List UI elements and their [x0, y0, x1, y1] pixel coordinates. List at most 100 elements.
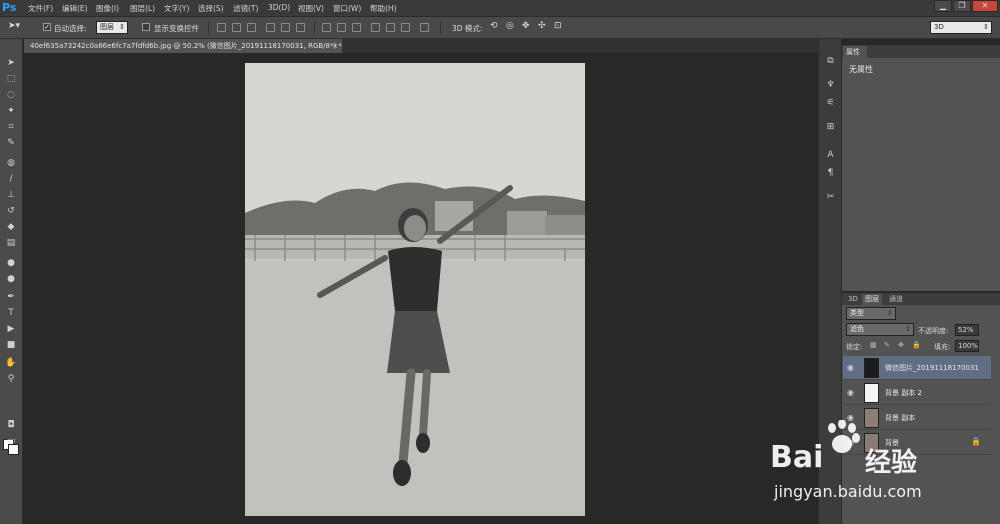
adjustments-panel-icon[interactable]: ⚟ — [824, 97, 837, 110]
photoshop-logo: Ps — [2, 1, 17, 14]
auto-select-checkbox[interactable]: ✓ — [43, 23, 51, 31]
align-vcenter-icon[interactable] — [232, 23, 241, 32]
rectangle-tool-icon[interactable]: ■ — [4, 339, 18, 352]
clone-stamp-tool-icon[interactable]: ⊥ — [4, 189, 18, 202]
visibility-eye-icon[interactable]: ◉ — [847, 363, 857, 373]
paragraph-panel-icon[interactable]: ¶ — [824, 167, 837, 180]
healing-brush-tool-icon[interactable]: ◍ — [4, 157, 18, 170]
history-panel-icon[interactable]: ⧉ — [824, 55, 837, 68]
menu-type[interactable]: 文字(Y) — [164, 3, 189, 14]
menu-edit[interactable]: 编辑(E) — [62, 3, 88, 14]
auto-select-label: 自动选择: — [54, 24, 87, 33]
3d-rotate-icon[interactable]: ⟲ — [490, 21, 498, 31]
distribute-top-icon[interactable] — [322, 23, 331, 32]
distribute-vcenter-icon[interactable] — [337, 23, 346, 32]
close-tab-icon[interactable]: × — [332, 39, 338, 53]
menu-view[interactable]: 视图(V) — [298, 3, 324, 14]
history-brush-tool-icon[interactable]: ↺ — [4, 205, 18, 218]
lasso-tool-icon[interactable]: ◌ — [4, 89, 18, 102]
menu-select[interactable]: 选择(S) — [198, 3, 224, 14]
tab-3d[interactable]: 3D — [845, 294, 861, 305]
show-transform-checkbox[interactable] — [142, 23, 150, 31]
tab-layers[interactable]: 图层 — [862, 294, 882, 305]
brush-tool-icon[interactable]: ∕ — [4, 173, 18, 186]
menu-layer[interactable]: 图层(L) — [130, 3, 155, 14]
align-right-icon[interactable] — [296, 23, 305, 32]
menu-file[interactable]: 文件(F) — [28, 3, 53, 14]
3d-roll-icon[interactable]: ◎ — [506, 21, 514, 31]
align-top-icon[interactable] — [217, 23, 226, 32]
show-transform-label: 显示变换控件 — [154, 24, 199, 33]
eraser-tool-icon[interactable]: ◆ — [4, 221, 18, 234]
opacity-input[interactable]: 52% — [955, 324, 979, 336]
menu-filter[interactable]: 滤镜(T) — [233, 3, 258, 14]
align-bottom-icon[interactable] — [247, 23, 256, 32]
distribute-hcenter-icon[interactable] — [386, 23, 395, 32]
tab-channels[interactable]: 通道 — [886, 294, 906, 305]
marquee-tool-icon[interactable]: ⬚ — [4, 73, 18, 86]
menu-3d[interactable]: 3D(D) — [268, 3, 290, 12]
align-left-icon[interactable] — [266, 23, 275, 32]
brush-panel-icon[interactable]: ♆ — [824, 79, 837, 92]
lock-image-icon[interactable]: ✎ — [884, 341, 890, 349]
no-properties-text: 无属性 — [849, 65, 873, 74]
quick-mask-icon[interactable]: ◘ — [4, 419, 18, 432]
options-bar: ➤▾ ✓ 自动选择: 图层 显示变换控件 3D 模式: ⟲ ◎ ✥ ✣ ⊡ 3D — [0, 17, 1000, 39]
type-tool-icon[interactable]: T — [4, 307, 18, 320]
eyedropper-tool-icon[interactable]: ✎ — [4, 137, 18, 150]
auto-select-dropdown[interactable]: 图层 — [96, 21, 128, 34]
close-window-button[interactable]: ✕ — [972, 0, 998, 12]
styles-panel-icon[interactable]: ⊞ — [824, 121, 837, 134]
maximize-button[interactable]: ❐ — [953, 0, 971, 12]
tools-preset-icon[interactable]: ✂ — [824, 191, 837, 204]
screen-mode-icon[interactable]: ▭ — [4, 435, 18, 448]
blur-tool-icon[interactable]: ● — [4, 257, 18, 270]
menu-image[interactable]: 图像(I) — [96, 3, 119, 14]
document-tab-title: 40ef635a73242c0a86e6fc7a7fdfd6b.jpg @ 50… — [30, 42, 342, 50]
document-canvas-image[interactable] — [245, 63, 585, 516]
menu-help[interactable]: 帮助(H) — [370, 3, 397, 14]
tools-panel: ➤ ⬚ ◌ ✦ ⌗ ✎ ◍ ∕ ⊥ ↺ ◆ ▤ ● ● ✒ T ▶ ■ ✋ ⚲ … — [0, 39, 23, 524]
align-hcenter-icon[interactable] — [281, 23, 290, 32]
baidu-paw-logo — [828, 420, 860, 453]
workspace-dropdown[interactable]: 3D — [930, 21, 992, 34]
distribute-right-icon[interactable] — [401, 23, 410, 32]
path-selection-tool-icon[interactable]: ▶ — [4, 323, 18, 336]
pen-tool-icon[interactable]: ✒ — [4, 291, 18, 304]
distribute-left-icon[interactable] — [371, 23, 380, 32]
menu-bar: Ps 文件(F) 编辑(E) 图像(I) 图层(L) 文字(Y) 选择(S) 滤… — [0, 0, 1000, 17]
layer-filter-dropdown[interactable]: 类型 — [846, 307, 896, 320]
minimize-button[interactable]: ▁ — [934, 0, 952, 12]
lock-position-icon[interactable]: ✥ — [898, 341, 904, 349]
3d-slide-icon[interactable]: ✣ — [538, 21, 546, 31]
distribute-bottom-icon[interactable] — [352, 23, 361, 32]
properties-panel — [842, 45, 1000, 291]
gradient-tool-icon[interactable]: ▤ — [4, 237, 18, 250]
layer-row[interactable]: ◉ 微信图片_20191118170031 — [843, 356, 991, 380]
menu-window[interactable]: 窗口(W) — [333, 3, 361, 14]
hand-tool-icon[interactable]: ✋ — [4, 357, 18, 370]
layer-row[interactable]: ◉ 背景 副本 2 — [843, 381, 991, 405]
move-tool-icon[interactable]: ➤ — [4, 57, 18, 70]
dodge-tool-icon[interactable]: ● — [4, 273, 18, 286]
opacity-label: 不透明度: — [918, 327, 949, 335]
3d-scale-icon[interactable]: ⊡ — [554, 21, 562, 31]
fill-input[interactable]: 100% — [955, 340, 979, 352]
auto-align-icon[interactable] — [420, 23, 429, 32]
magic-wand-tool-icon[interactable]: ✦ — [4, 105, 18, 118]
crop-tool-icon[interactable]: ⌗ — [4, 121, 18, 134]
3d-pan-icon[interactable]: ✥ — [522, 21, 530, 31]
grayscale-photo — [245, 63, 585, 516]
lock-transparent-icon[interactable]: ▦ — [870, 341, 877, 349]
move-tool-icon[interactable]: ➤▾ — [8, 21, 20, 31]
divider — [314, 21, 315, 35]
character-panel-icon[interactable]: A — [824, 149, 837, 162]
blend-mode-dropdown[interactable]: 滤色 — [846, 323, 914, 336]
lock-all-icon[interactable]: 🔒 — [912, 341, 921, 349]
zoom-tool-icon[interactable]: ⚲ — [4, 373, 18, 386]
divider — [208, 21, 209, 35]
layer-name: 背景 副本 2 — [885, 389, 922, 397]
document-tab[interactable]: 40ef635a73242c0a86e6fc7a7fdfd6b.jpg @ 50… — [24, 39, 342, 53]
visibility-eye-icon[interactable]: ◉ — [847, 388, 857, 398]
tab-properties[interactable]: 属性 — [843, 46, 867, 58]
